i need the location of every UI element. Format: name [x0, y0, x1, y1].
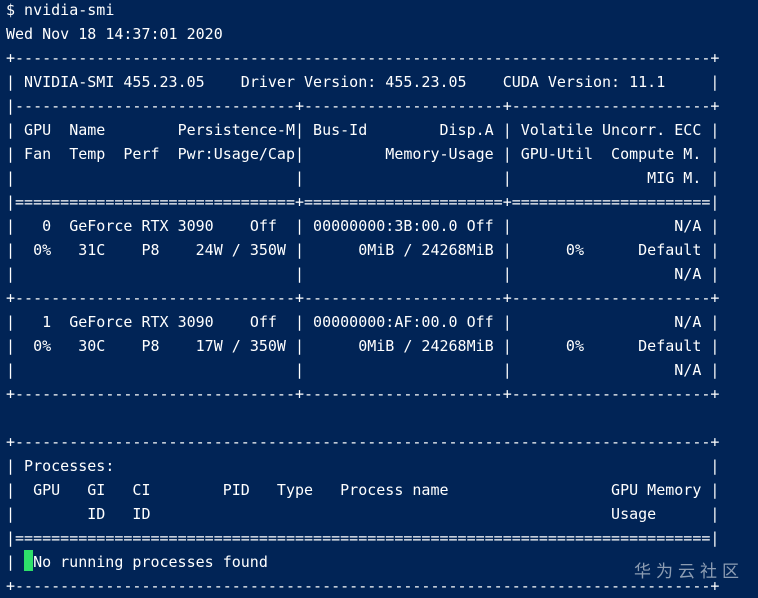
gpu-0-row: | 0 GeForce RTX 3090 Off | 00000000:3B:0…: [6, 217, 720, 235]
terminal-cursor: [24, 550, 34, 571]
processes-row-prefix: |: [6, 553, 25, 571]
column-header-line: | | | MIG M. |: [6, 169, 720, 187]
processes-title-line: | Processes: |: [6, 457, 720, 475]
gpu-1-row: | 1 GeForce RTX 3090 Off | 00000000:AF:0…: [6, 313, 720, 331]
processes-header-line: | ID ID Usage |: [6, 505, 720, 523]
no-processes-message: No running processes found: [33, 553, 268, 571]
table-border-line: +-------------------------------+-------…: [6, 289, 720, 307]
processes-header-line: | GPU GI CI PID Type Process name GPU Me…: [6, 481, 720, 499]
table-border-line: +---------------------------------------…: [6, 49, 720, 67]
table-border-line: +---------------------------------------…: [6, 433, 720, 451]
table-separator-line: |===============================+=======…: [6, 193, 720, 211]
watermark-logo: 华为云社区: [634, 562, 744, 582]
version-header-line: | NVIDIA-SMI 455.23.05 Driver Version: 4…: [6, 73, 720, 91]
table-border-line: +-------------------------------+-------…: [6, 385, 720, 403]
gpu-0-row: | | | N/A |: [6, 265, 720, 283]
column-header-line: | Fan Temp Perf Pwr:Usage/Cap| Memory-Us…: [6, 145, 720, 163]
timestamp-line: Wed Nov 18 14:37:01 2020: [6, 25, 223, 43]
table-border-line: |-------------------------------+-------…: [6, 97, 720, 115]
table-separator-line: |=======================================…: [6, 529, 720, 547]
gpu-0-row: | 0% 31C P8 24W / 350W | 0MiB / 24268MiB…: [6, 241, 720, 259]
gpu-1-row: | | | N/A |: [6, 361, 720, 379]
terminal-output: $ nvidia-smi Wed Nov 18 14:37:01 2020 +-…: [6, 0, 758, 598]
command-prompt-line: $ nvidia-smi: [6, 1, 115, 19]
column-header-line: | GPU Name Persistence-M| Bus-Id Disp.A …: [6, 121, 720, 139]
gpu-1-row: | 0% 30C P8 17W / 350W | 0MiB / 24268MiB…: [6, 337, 720, 355]
terminal-window[interactable]: $ nvidia-smi Wed Nov 18 14:37:01 2020 +-…: [0, 0, 758, 598]
